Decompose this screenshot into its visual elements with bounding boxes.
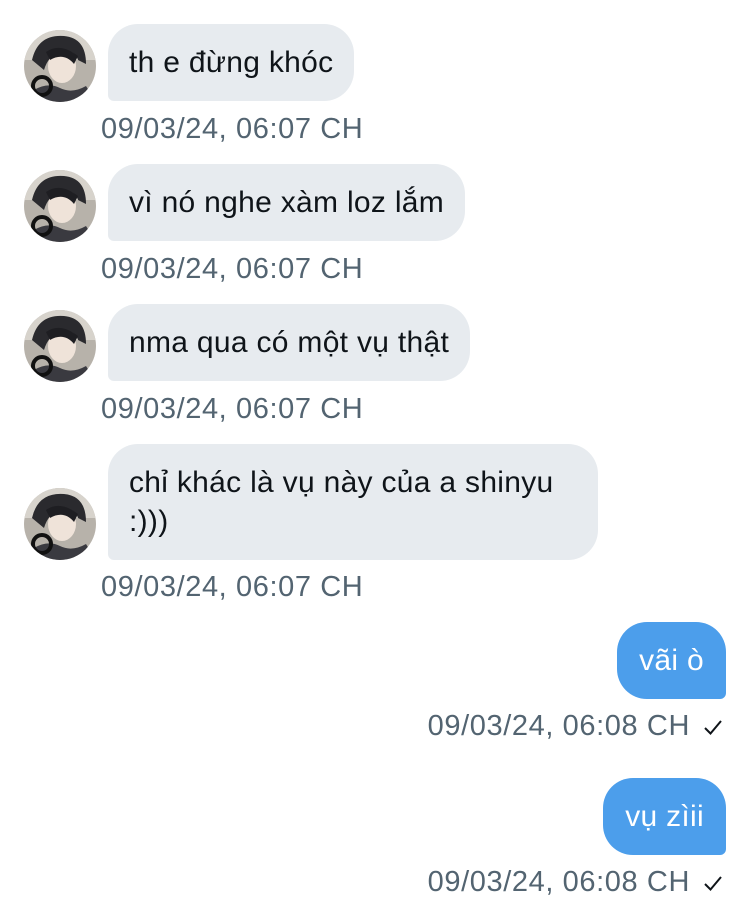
avatar[interactable] — [24, 30, 96, 102]
message-bubble-outgoing[interactable]: vụ zìii — [603, 778, 726, 855]
message-timestamp: 09/03/24, 06:07 CH — [101, 113, 364, 145]
checkmark-icon — [702, 716, 724, 738]
message-timestamp: 09/03/24, 06:07 CH — [101, 393, 364, 425]
message-bubble-incoming[interactable]: vì nó nghe xàm loz lắm — [108, 164, 466, 241]
message-timestamp: 09/03/24, 06:07 CH — [101, 571, 364, 603]
message-thread: th e đừng khóc 09/03/24, 06:07 CH vì nó … — [0, 0, 750, 909]
avatar-photo-icon — [24, 30, 96, 102]
message-timestamp: 09/03/24, 06:07 CH — [101, 253, 364, 285]
message-bubble-outgoing[interactable]: vãi ò — [617, 622, 726, 699]
avatar-photo-icon — [24, 488, 96, 560]
avatar[interactable] — [24, 170, 96, 242]
message-meta: 09/03/24, 06:08 CH — [428, 866, 724, 899]
avatar[interactable] — [24, 310, 96, 382]
message-bubble-incoming[interactable]: nma qua có một vụ thật — [108, 304, 471, 381]
avatar-photo-icon — [24, 310, 96, 382]
avatar-photo-icon — [24, 170, 96, 242]
message-bubble-incoming[interactable]: chỉ khác là vụ này của a shinyu :))) — [108, 444, 598, 560]
message-timestamp: 09/03/24, 06:08 CH — [427, 710, 690, 742]
checkmark-icon — [702, 872, 724, 894]
message-bubble-incoming[interactable]: th e đừng khóc — [108, 24, 355, 101]
message-meta: 09/03/24, 06:08 CH — [428, 710, 724, 743]
message-timestamp: 09/03/24, 06:08 CH — [427, 866, 690, 898]
avatar[interactable] — [24, 488, 96, 560]
